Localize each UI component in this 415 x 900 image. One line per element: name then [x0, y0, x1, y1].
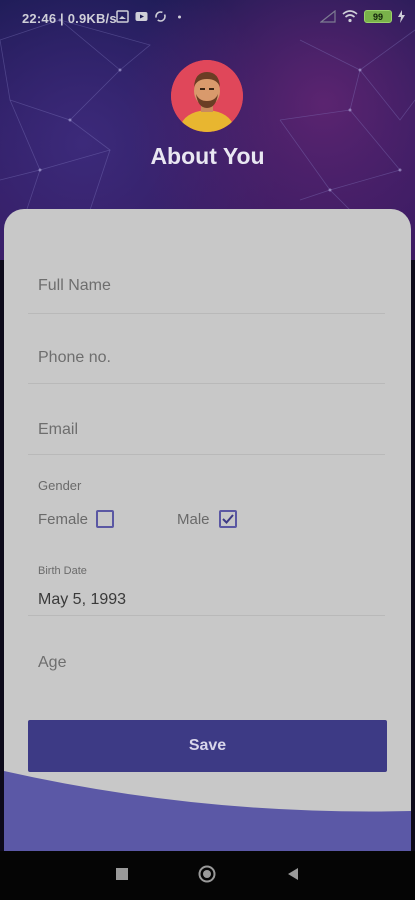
battery-level: 99	[372, 11, 383, 22]
page-title: About You	[150, 143, 265, 169]
male-checkbox[interactable]	[219, 510, 237, 528]
wifi-icon	[342, 10, 358, 23]
age-field[interactable]: Age	[38, 654, 66, 672]
gender-option-male-label: Male	[177, 511, 210, 528]
signal-icon	[320, 10, 336, 23]
sync-icon	[155, 11, 166, 22]
battery-icon: 99	[364, 10, 392, 23]
gender-label: Gender	[38, 478, 82, 493]
full-name-field[interactable]: Full Name	[38, 277, 111, 295]
female-checkbox[interactable]	[96, 510, 114, 528]
divider	[28, 454, 385, 455]
back-triangle-icon[interactable]	[286, 867, 300, 881]
image-icon	[116, 10, 129, 23]
divider	[28, 615, 385, 616]
checkmark-icon	[222, 514, 234, 524]
charging-icon	[398, 10, 405, 23]
save-button[interactable]: Save	[28, 720, 387, 772]
divider	[28, 313, 385, 314]
youtube-icon	[135, 12, 148, 21]
divider	[28, 383, 385, 384]
avatar[interactable]	[171, 60, 243, 132]
dot-icon	[178, 15, 181, 19]
square-icon[interactable]	[115, 867, 129, 881]
home-circle-icon[interactable]	[198, 865, 216, 883]
profile-form-card: Full Name Phone no. Email Gender Female …	[4, 209, 411, 859]
phone-field[interactable]: Phone no.	[38, 349, 111, 367]
birth-date-label: Birth Date	[38, 565, 87, 577]
email-field[interactable]: Email	[38, 421, 78, 439]
system-nav-bar	[0, 851, 415, 900]
status-time: 22:46 | 0.9KB/s	[22, 11, 117, 26]
user-avatar-icon	[171, 60, 243, 132]
status-bar: 22:46 | 0.9KB/s 99	[0, 0, 415, 36]
bottom-wave	[4, 771, 411, 859]
gender-option-female-label: Female	[38, 511, 89, 528]
birth-date-field[interactable]: May 5, 1993	[38, 591, 126, 609]
